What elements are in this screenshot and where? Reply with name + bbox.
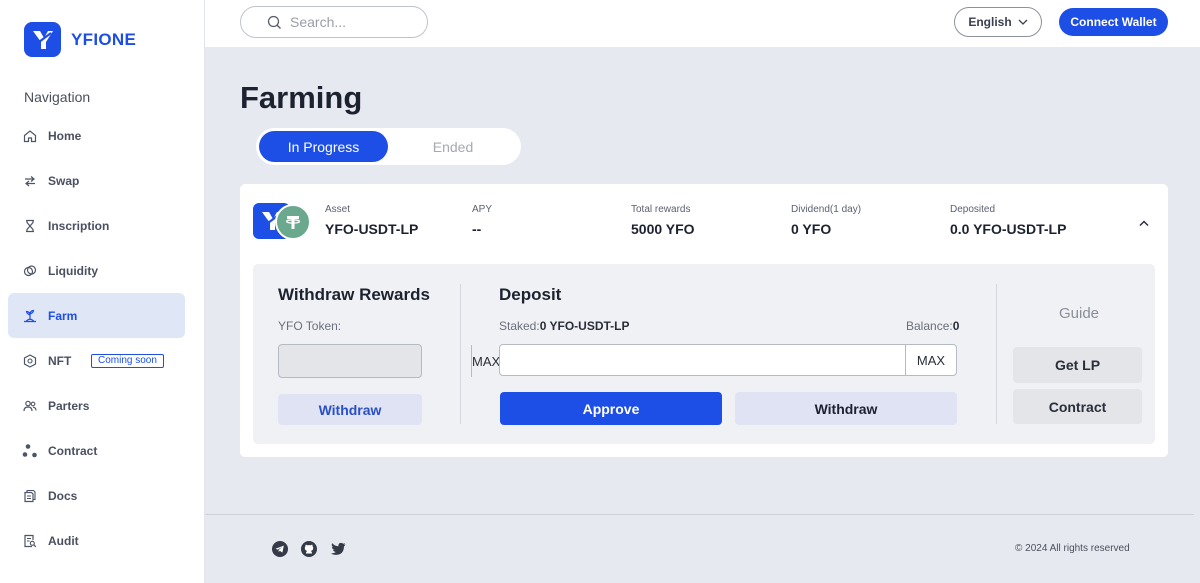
sidebar-item-label: Contract (48, 443, 98, 458)
deposit-max-button[interactable]: MAX (905, 345, 956, 375)
contract-icon (22, 443, 38, 459)
search-input[interactable] (290, 14, 430, 30)
balance-value: 0 (952, 319, 960, 333)
stat-label: Total rewards (631, 204, 691, 215)
stat-value: 5000 YFO (631, 221, 695, 237)
sidebar-item-swap[interactable]: Swap (8, 158, 185, 203)
approve-button[interactable]: Approve (500, 392, 722, 425)
twitter-icon[interactable] (330, 541, 346, 557)
stat-total-rewards: Total rewards 5000 YFO (631, 204, 695, 237)
sidebar-item-contract[interactable]: Contract (8, 428, 185, 473)
copyright: © 2024 All rights reserved (1015, 543, 1130, 554)
yfo-token-label: YFO Token: (278, 319, 342, 333)
deposit-amount-input[interactable] (500, 345, 905, 375)
deposit-amount-box: MAX (499, 344, 957, 376)
search-icon (267, 15, 282, 30)
sidebar: YFIONE Navigation Home Swap Inscription … (0, 0, 205, 583)
sidebar-item-label: Audit (48, 533, 79, 548)
liquidity-icon (22, 263, 38, 279)
sidebar-item-label: Farm (48, 308, 78, 323)
usdt-token-icon (275, 204, 311, 240)
staked-info: Staked:0 YFO-USDT-LP (499, 319, 630, 333)
nft-icon (22, 353, 38, 369)
stat-dividend: Dividend(1 day) 0 YFO (791, 204, 861, 237)
chevron-up-icon[interactable] (1138, 214, 1150, 232)
withdraw-rewards-title: Withdraw Rewards (278, 285, 430, 304)
farm-icon (22, 308, 38, 324)
stat-value: YFO-USDT-LP (325, 221, 419, 237)
sidebar-item-label: Docs (48, 488, 78, 503)
chevron-down-icon (1018, 19, 1028, 26)
tab-in-progress[interactable]: In Progress (259, 131, 388, 162)
sidebar-item-liquidity[interactable]: Liquidity (8, 248, 185, 293)
rewards-amount-input[interactable] (279, 345, 471, 377)
footer-divider (205, 514, 1194, 515)
stat-apy: APY -- (472, 204, 492, 237)
rewards-max-button[interactable]: MAX (471, 345, 500, 377)
sidebar-item-parters[interactable]: Parters (8, 383, 185, 428)
page-title: Farming (240, 80, 363, 115)
sidebar-item-label: Parters (48, 398, 90, 413)
staked-label: Staked: (499, 319, 540, 333)
connect-wallet-button[interactable]: Connect Wallet (1059, 8, 1168, 36)
hourglass-icon (22, 218, 38, 234)
status-tabs: In Progress Ended (256, 128, 521, 165)
audit-icon (22, 533, 38, 549)
divider (996, 284, 997, 424)
balance-info: Balance:0 (906, 319, 959, 333)
divider (460, 284, 461, 424)
stat-label: Deposited (950, 204, 996, 215)
staked-value: 0 YFO-USDT-LP (539, 319, 630, 333)
deposit-withdraw-button[interactable]: Withdraw (735, 392, 957, 425)
tab-ended[interactable]: Ended (388, 131, 518, 162)
stat-value: 0.0 YFO-USDT-LP (950, 221, 1067, 237)
sidebar-item-docs[interactable]: Docs (8, 473, 185, 518)
nav-list: Home Swap Inscription Liquidity Farm NFT… (8, 113, 185, 563)
language-selector[interactable]: English (954, 7, 1042, 37)
sidebar-item-label: Inscription (48, 218, 110, 233)
stat-deposited: Deposited 0.0 YFO-USDT-LP (950, 204, 1066, 237)
scrollbar[interactable] (1194, 47, 1200, 583)
balance-label: Balance: (906, 319, 953, 333)
github-icon[interactable] (301, 541, 317, 557)
pool-details-panel: Withdraw Rewards YFO Token: MAX Withdraw… (253, 264, 1155, 444)
docs-icon (22, 488, 38, 504)
language-label: English (968, 15, 1012, 29)
users-icon (22, 398, 38, 414)
token-pair-icons (253, 203, 313, 241)
get-lp-button[interactable]: Get LP (1013, 347, 1142, 383)
telegram-icon[interactable] (272, 541, 288, 557)
farm-pool-card: Asset YFO-USDT-LP APY -- Total rewards 5… (240, 184, 1168, 457)
contract-button[interactable]: Contract (1013, 389, 1142, 424)
sidebar-item-audit[interactable]: Audit (8, 518, 185, 563)
stat-value: 0 YFO (791, 221, 832, 237)
swap-icon (22, 173, 38, 189)
nav-title: Navigation (24, 89, 91, 105)
sidebar-item-inscription[interactable]: Inscription (8, 203, 185, 248)
home-icon (22, 128, 38, 144)
stat-label: Asset (325, 204, 351, 215)
rewards-amount-box: MAX (278, 344, 500, 378)
deposit-title: Deposit (499, 285, 562, 304)
stat-label: Dividend(1 day) (791, 204, 862, 215)
stat-asset: Asset YFO-USDT-LP (325, 204, 418, 237)
logo-mark-icon (24, 22, 61, 57)
sidebar-item-label: Home (48, 128, 82, 143)
brand-logo[interactable]: YFIONE (24, 22, 136, 57)
brand-name: YFIONE (71, 29, 137, 49)
stat-label: APY (472, 204, 493, 215)
sidebar-item-label: Swap (48, 173, 80, 188)
stat-value: -- (472, 221, 482, 237)
withdraw-rewards-button[interactable]: Withdraw (278, 394, 422, 425)
sidebar-item-farm[interactable]: Farm (8, 293, 185, 338)
sidebar-item-home[interactable]: Home (8, 113, 185, 158)
search-box[interactable] (240, 6, 430, 38)
social-links (272, 541, 346, 557)
top-bar: English Connect Wallet (205, 0, 1200, 47)
sidebar-item-nft[interactable]: NFT Coming soon (8, 338, 185, 383)
guide-title: Guide (1059, 305, 1100, 322)
coming-soon-badge: Coming soon (91, 354, 164, 368)
sidebar-item-label: Liquidity (48, 263, 98, 278)
sidebar-item-label: NFT (48, 353, 72, 368)
